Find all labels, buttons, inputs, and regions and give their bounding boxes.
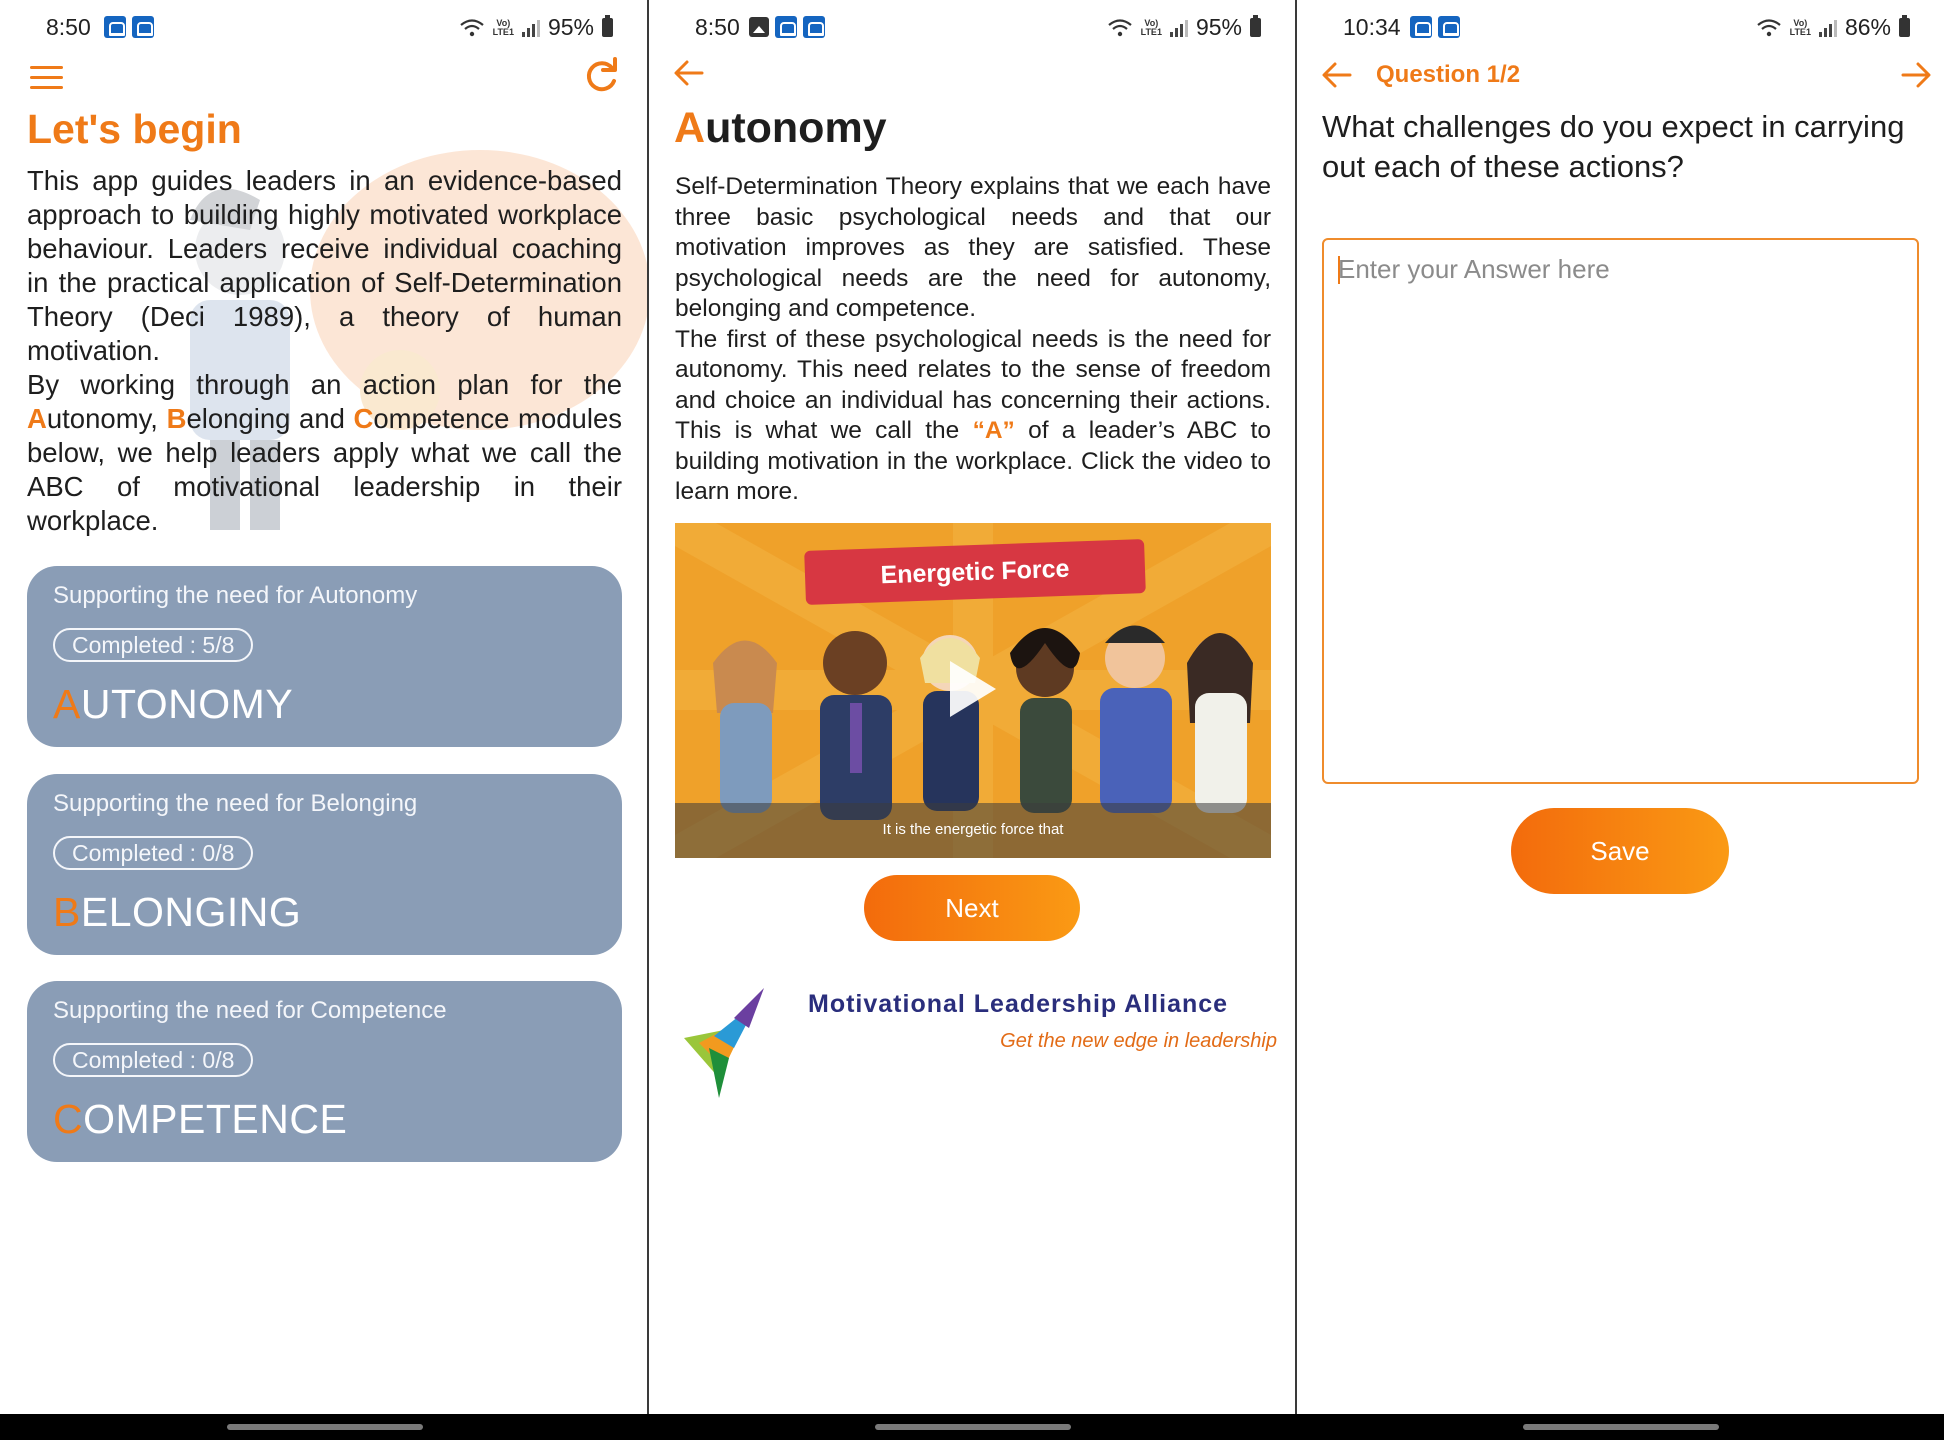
intro-text: This app guides leaders in an evidence-b… bbox=[27, 165, 622, 536]
battery-percent: 95% bbox=[547, 14, 594, 40]
play-icon[interactable] bbox=[950, 661, 996, 717]
back-arrow-icon[interactable] bbox=[1321, 60, 1353, 90]
status-bar: 10:34 Vo) LTE1 86% bbox=[1297, 12, 1944, 44]
refresh-icon[interactable] bbox=[581, 56, 621, 96]
hamburger-menu-icon[interactable] bbox=[30, 66, 63, 92]
page-title: Autonomy bbox=[674, 104, 887, 152]
signal-icon bbox=[1169, 19, 1188, 37]
battery-icon bbox=[1899, 15, 1910, 37]
back-arrow-icon[interactable] bbox=[673, 58, 705, 88]
status-time: 8:50 bbox=[46, 14, 91, 40]
module-name: BELONGING bbox=[53, 889, 302, 935]
save-button[interactable]: Save bbox=[1511, 808, 1729, 894]
car-app-icon bbox=[775, 16, 797, 38]
logo-arrows-icon bbox=[684, 988, 764, 1098]
completed-badge: Completed : 0/8 bbox=[53, 1043, 254, 1077]
autonomy-intro-screen: 8:50 Vo) LTE1 95% Autonomy Self-Determina… bbox=[649, 0, 1295, 1414]
wifi-icon bbox=[1756, 18, 1782, 38]
home-indicator[interactable] bbox=[1523, 1424, 1719, 1430]
status-bar: 8:50 Vo) LTE1 95% bbox=[649, 12, 1295, 44]
module-subtitle: Supporting the need for Autonomy bbox=[53, 582, 418, 609]
next-button[interactable]: Next bbox=[864, 875, 1080, 941]
question-screen: 10:34 Vo) LTE1 86% Question 1/2 What chal… bbox=[1297, 0, 1944, 1414]
volte-icon: Vo) LTE1 bbox=[1789, 17, 1811, 37]
signal-icon bbox=[1818, 19, 1837, 37]
module-card-competence[interactable]: Supporting the need for Competence Compl… bbox=[27, 981, 622, 1162]
car-app-icon bbox=[132, 16, 154, 38]
module-subtitle: Supporting the need for Belonging bbox=[53, 790, 418, 817]
car-app-icon bbox=[104, 16, 126, 38]
video-caption: It is the energetic force that bbox=[882, 821, 1064, 838]
battery-percent: 86% bbox=[1844, 14, 1891, 40]
body-text: Self-Determination Theory explains that … bbox=[675, 173, 1271, 505]
module-subtitle: Supporting the need for Competence bbox=[53, 997, 447, 1024]
status-time: 10:34 bbox=[1343, 14, 1401, 40]
battery-icon bbox=[602, 15, 613, 37]
status-bar: 8:50 Vo) LTE1 95% bbox=[0, 12, 647, 44]
module-name: AUTONOMY bbox=[53, 681, 294, 727]
signal-icon bbox=[521, 19, 540, 37]
text-caret bbox=[1338, 256, 1340, 284]
car-app-icon bbox=[1438, 16, 1460, 38]
question-counter: Question 1/2 bbox=[1376, 61, 1521, 88]
completed-badge: Completed : 0/8 bbox=[53, 836, 254, 870]
car-app-icon bbox=[1410, 16, 1432, 38]
module-card-autonomy[interactable]: Supporting the need for Autonomy Complet… bbox=[27, 566, 622, 747]
gallery-icon bbox=[749, 17, 769, 37]
module-card-belonging[interactable]: Supporting the need for Belonging Comple… bbox=[27, 774, 622, 955]
wifi-icon bbox=[459, 18, 485, 38]
answer-input[interactable] bbox=[1322, 238, 1919, 784]
logo-title: Motivational Leadership Alliance bbox=[808, 990, 1229, 1018]
home-screen: 8:50 Vo) LTE1 95% Let's begin This app gu… bbox=[0, 0, 647, 1414]
status-time: 8:50 bbox=[695, 14, 740, 40]
volte-icon: Vo) LTE1 bbox=[492, 17, 514, 37]
wifi-icon bbox=[1107, 18, 1133, 38]
forward-arrow-icon[interactable] bbox=[1900, 60, 1932, 90]
question-text: What challenges do you expect in carryin… bbox=[1322, 109, 1905, 184]
page-title: Let's begin bbox=[27, 106, 242, 152]
logo-tagline: Get the new edge in leadership bbox=[1000, 1030, 1277, 1052]
module-name: COMPETENCE bbox=[53, 1096, 348, 1142]
battery-icon bbox=[1250, 15, 1261, 37]
video-player[interactable]: Energetic Force It is the energetic forc… bbox=[675, 523, 1271, 858]
home-indicator[interactable] bbox=[875, 1424, 1071, 1430]
completed-badge: Completed : 5/8 bbox=[53, 628, 254, 662]
battery-percent: 95% bbox=[1195, 14, 1242, 40]
home-indicator[interactable] bbox=[227, 1424, 423, 1430]
car-app-icon bbox=[803, 16, 825, 38]
volte-icon: Vo) LTE1 bbox=[1140, 17, 1162, 37]
